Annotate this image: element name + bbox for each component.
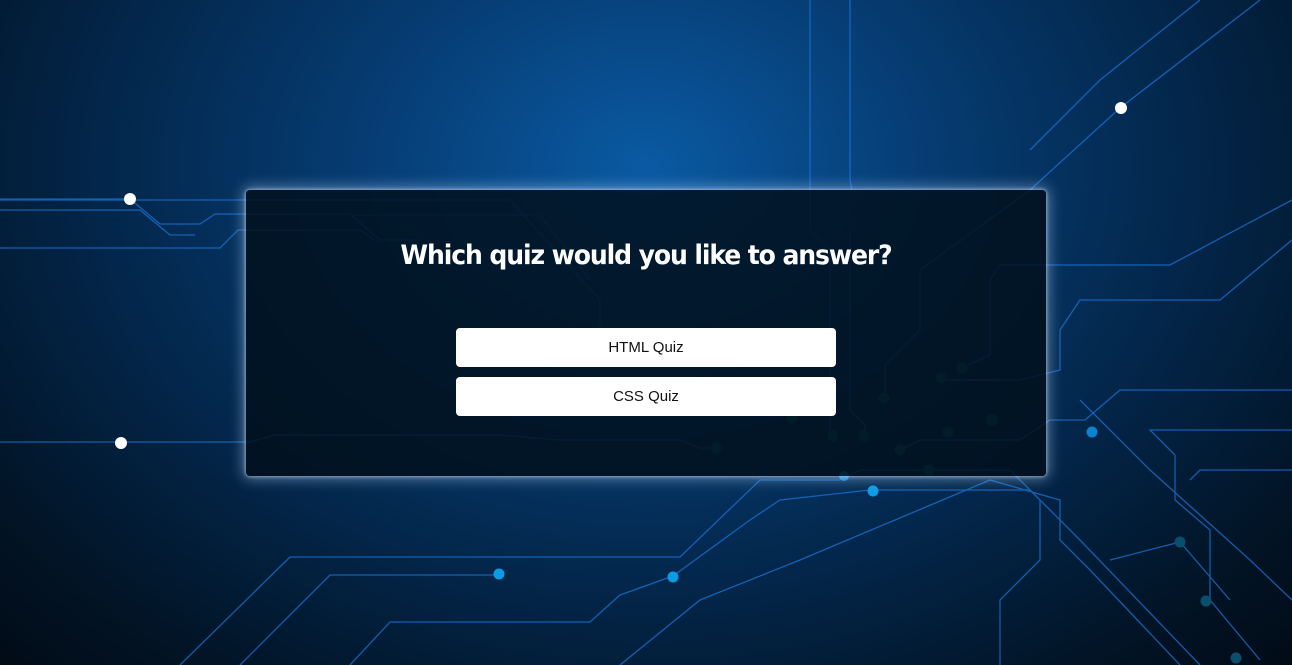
quiz-prompt-title: Which quiz would you like to answer? xyxy=(400,240,892,271)
html-quiz-button[interactable]: HTML Quiz xyxy=(456,328,836,367)
quiz-selection-card: Which quiz would you like to answer? HTM… xyxy=(246,190,1046,476)
css-quiz-button[interactable]: CSS Quiz xyxy=(456,377,836,416)
quiz-choice-list: HTML Quiz CSS Quiz xyxy=(456,328,836,426)
